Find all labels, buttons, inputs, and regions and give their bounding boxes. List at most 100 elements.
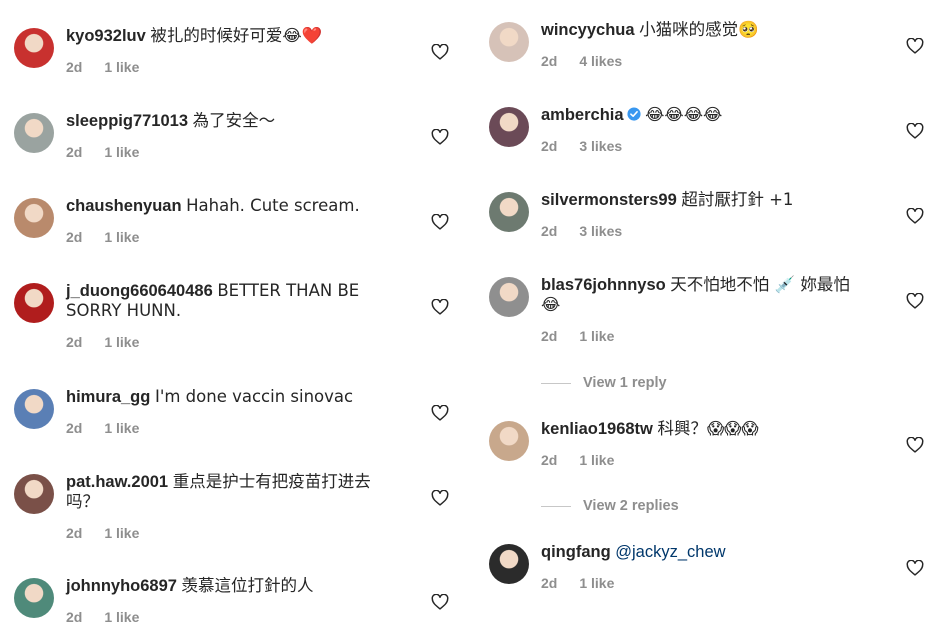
comment-username[interactable]: qingfang	[541, 543, 611, 561]
like-heart-icon[interactable]	[431, 404, 449, 421]
comment-content: johnnyho6897 羡慕這位打針的人	[66, 576, 426, 596]
view-replies-button[interactable]: View 2 replies	[541, 498, 679, 514]
comment-text-continued: SORRY HUNN.	[66, 301, 182, 320]
like-heart-icon[interactable]	[431, 489, 449, 506]
comment-meta: 2d 1 like	[66, 229, 139, 245]
comment-text: 羡慕這位打針的人	[181, 576, 314, 595]
comment-text: 天不怕地不怕 💉 妳最怕	[670, 275, 850, 294]
user-avatar[interactable]	[489, 544, 529, 584]
user-avatar[interactable]	[489, 107, 529, 147]
user-avatar[interactable]	[14, 474, 54, 514]
comment-timestamp: 2d	[66, 229, 83, 245]
comment-content: himura_gg I'm done vaccin sinovac	[66, 387, 426, 407]
user-avatar[interactable]	[489, 421, 529, 461]
comment-timestamp: 2d	[541, 223, 558, 239]
comment-meta: 2d 3 likes	[541, 223, 622, 239]
comment-text: 😂😂😂😂	[645, 105, 723, 124]
user-avatar[interactable]	[489, 277, 529, 317]
like-heart-icon[interactable]	[431, 128, 449, 145]
comment-meta: 2d 3 likes	[541, 138, 622, 154]
comment-content: wincyychua 小猫咪的感觉🥺	[541, 20, 901, 40]
like-heart-icon[interactable]	[906, 436, 924, 453]
comment-username[interactable]: pat.haw.2001	[66, 473, 168, 491]
likes-count[interactable]: 3 likes	[579, 223, 622, 239]
likes-count[interactable]: 1 like	[104, 525, 139, 541]
like-heart-icon[interactable]	[906, 122, 924, 139]
comment-content: blas76johnnyso 天不怕地不怕 💉 妳最怕 😂	[541, 275, 901, 315]
comment-text-continued: 吗？	[66, 492, 99, 511]
comment-username[interactable]: kenliao1968tw	[541, 420, 653, 438]
comment-text: I'm done vaccin sinovac	[154, 387, 354, 406]
comment-username[interactable]: kyo932luv	[66, 27, 146, 45]
comment-line: pat.haw.2001 重点是护士有把疫苗打进去	[66, 472, 426, 492]
comment-content: kyo932luv 被扎的时候好可爱😂❤️	[66, 26, 426, 46]
comment-content: qingfang @jackyz_chew	[541, 542, 901, 562]
comment-content: j_duong660640486 BETTER THAN BE SORRY HUN…	[66, 281, 426, 321]
comment-timestamp: 2d	[541, 452, 558, 468]
user-avatar[interactable]	[14, 198, 54, 238]
likes-count[interactable]: 1 like	[104, 59, 139, 75]
comment-username[interactable]: johnnyho6897	[66, 577, 177, 595]
likes-count[interactable]: 1 like	[579, 452, 614, 468]
comment-meta: 2d 1 like	[541, 452, 614, 468]
user-avatar[interactable]	[14, 28, 54, 68]
comment-meta: 2d 1 like	[66, 59, 139, 75]
comment-line: silvermonsters99 超討厭打針 +1	[541, 190, 901, 210]
like-heart-icon[interactable]	[906, 207, 924, 224]
likes-count[interactable]: 1 like	[104, 144, 139, 160]
likes-count[interactable]: 1 like	[104, 229, 139, 245]
comment-meta: 2d 1 like	[541, 328, 614, 344]
like-heart-icon[interactable]	[431, 213, 449, 230]
comment-meta: 2d 1 like	[66, 525, 139, 541]
comment-username[interactable]: himura_gg	[66, 388, 150, 406]
comment-content: amberchia 😂😂😂😂	[541, 105, 901, 125]
like-heart-icon[interactable]	[431, 593, 449, 610]
comment-timestamp: 2d	[541, 575, 558, 591]
likes-count[interactable]: 1 like	[579, 575, 614, 591]
comment-text: 重点是护士有把疫苗打进去	[172, 472, 371, 491]
verified-badge-icon	[626, 106, 641, 121]
user-avatar[interactable]	[14, 389, 54, 429]
comment-username[interactable]: silvermonsters99	[541, 191, 677, 209]
likes-count[interactable]: 4 likes	[579, 53, 622, 69]
replies-divider-line	[541, 505, 571, 507]
likes-count[interactable]: 1 like	[579, 328, 614, 344]
comment-text: 小猫咪的感觉🥺	[639, 20, 759, 39]
comment-line: amberchia 😂😂😂😂	[541, 105, 901, 125]
replies-divider-line	[541, 382, 571, 384]
comment-username[interactable]: sleeppig771013	[66, 112, 188, 130]
comment-text: 超討厭打針 +1	[681, 190, 794, 209]
comment-username[interactable]: chaushenyuan	[66, 197, 182, 215]
comment-username[interactable]: j_duong660640486	[66, 282, 213, 300]
user-avatar[interactable]	[14, 578, 54, 618]
mention-link[interactable]: @jackyz_chew	[615, 543, 725, 561]
likes-count[interactable]: 1 like	[104, 334, 139, 350]
comment-line: j_duong660640486 BETTER THAN BE	[66, 281, 426, 301]
user-avatar[interactable]	[14, 113, 54, 153]
comment-timestamp: 2d	[541, 328, 558, 344]
view-replies-label: View 2 replies	[583, 498, 679, 514]
like-heart-icon[interactable]	[906, 559, 924, 576]
comment-username[interactable]: wincyychua	[541, 21, 635, 39]
comment-timestamp: 2d	[66, 525, 83, 541]
comment-text: 被扎的时候好可爱😂❤️	[150, 26, 323, 45]
comment-meta: 2d 1 like	[66, 334, 139, 350]
comment-meta: 2d 1 like	[66, 420, 139, 436]
comment-meta: 2d 1 like	[541, 575, 614, 591]
view-replies-button[interactable]: View 1 reply	[541, 375, 667, 391]
comment-timestamp: 2d	[66, 334, 83, 350]
comment-username[interactable]: amberchia	[541, 106, 624, 124]
user-avatar[interactable]	[489, 22, 529, 62]
comment-content: pat.haw.2001 重点是护士有把疫苗打进去 吗？	[66, 472, 426, 512]
comment-username[interactable]: blas76johnnyso	[541, 276, 666, 294]
like-heart-icon[interactable]	[906, 37, 924, 54]
user-avatar[interactable]	[489, 192, 529, 232]
likes-count[interactable]: 3 likes	[579, 138, 622, 154]
comment-meta: 2d 4 likes	[541, 53, 622, 69]
like-heart-icon[interactable]	[906, 292, 924, 309]
like-heart-icon[interactable]	[431, 298, 449, 315]
user-avatar[interactable]	[14, 283, 54, 323]
likes-count[interactable]: 1 like	[104, 420, 139, 436]
like-heart-icon[interactable]	[431, 43, 449, 60]
comment-text: BETTER THAN BE	[217, 281, 360, 300]
